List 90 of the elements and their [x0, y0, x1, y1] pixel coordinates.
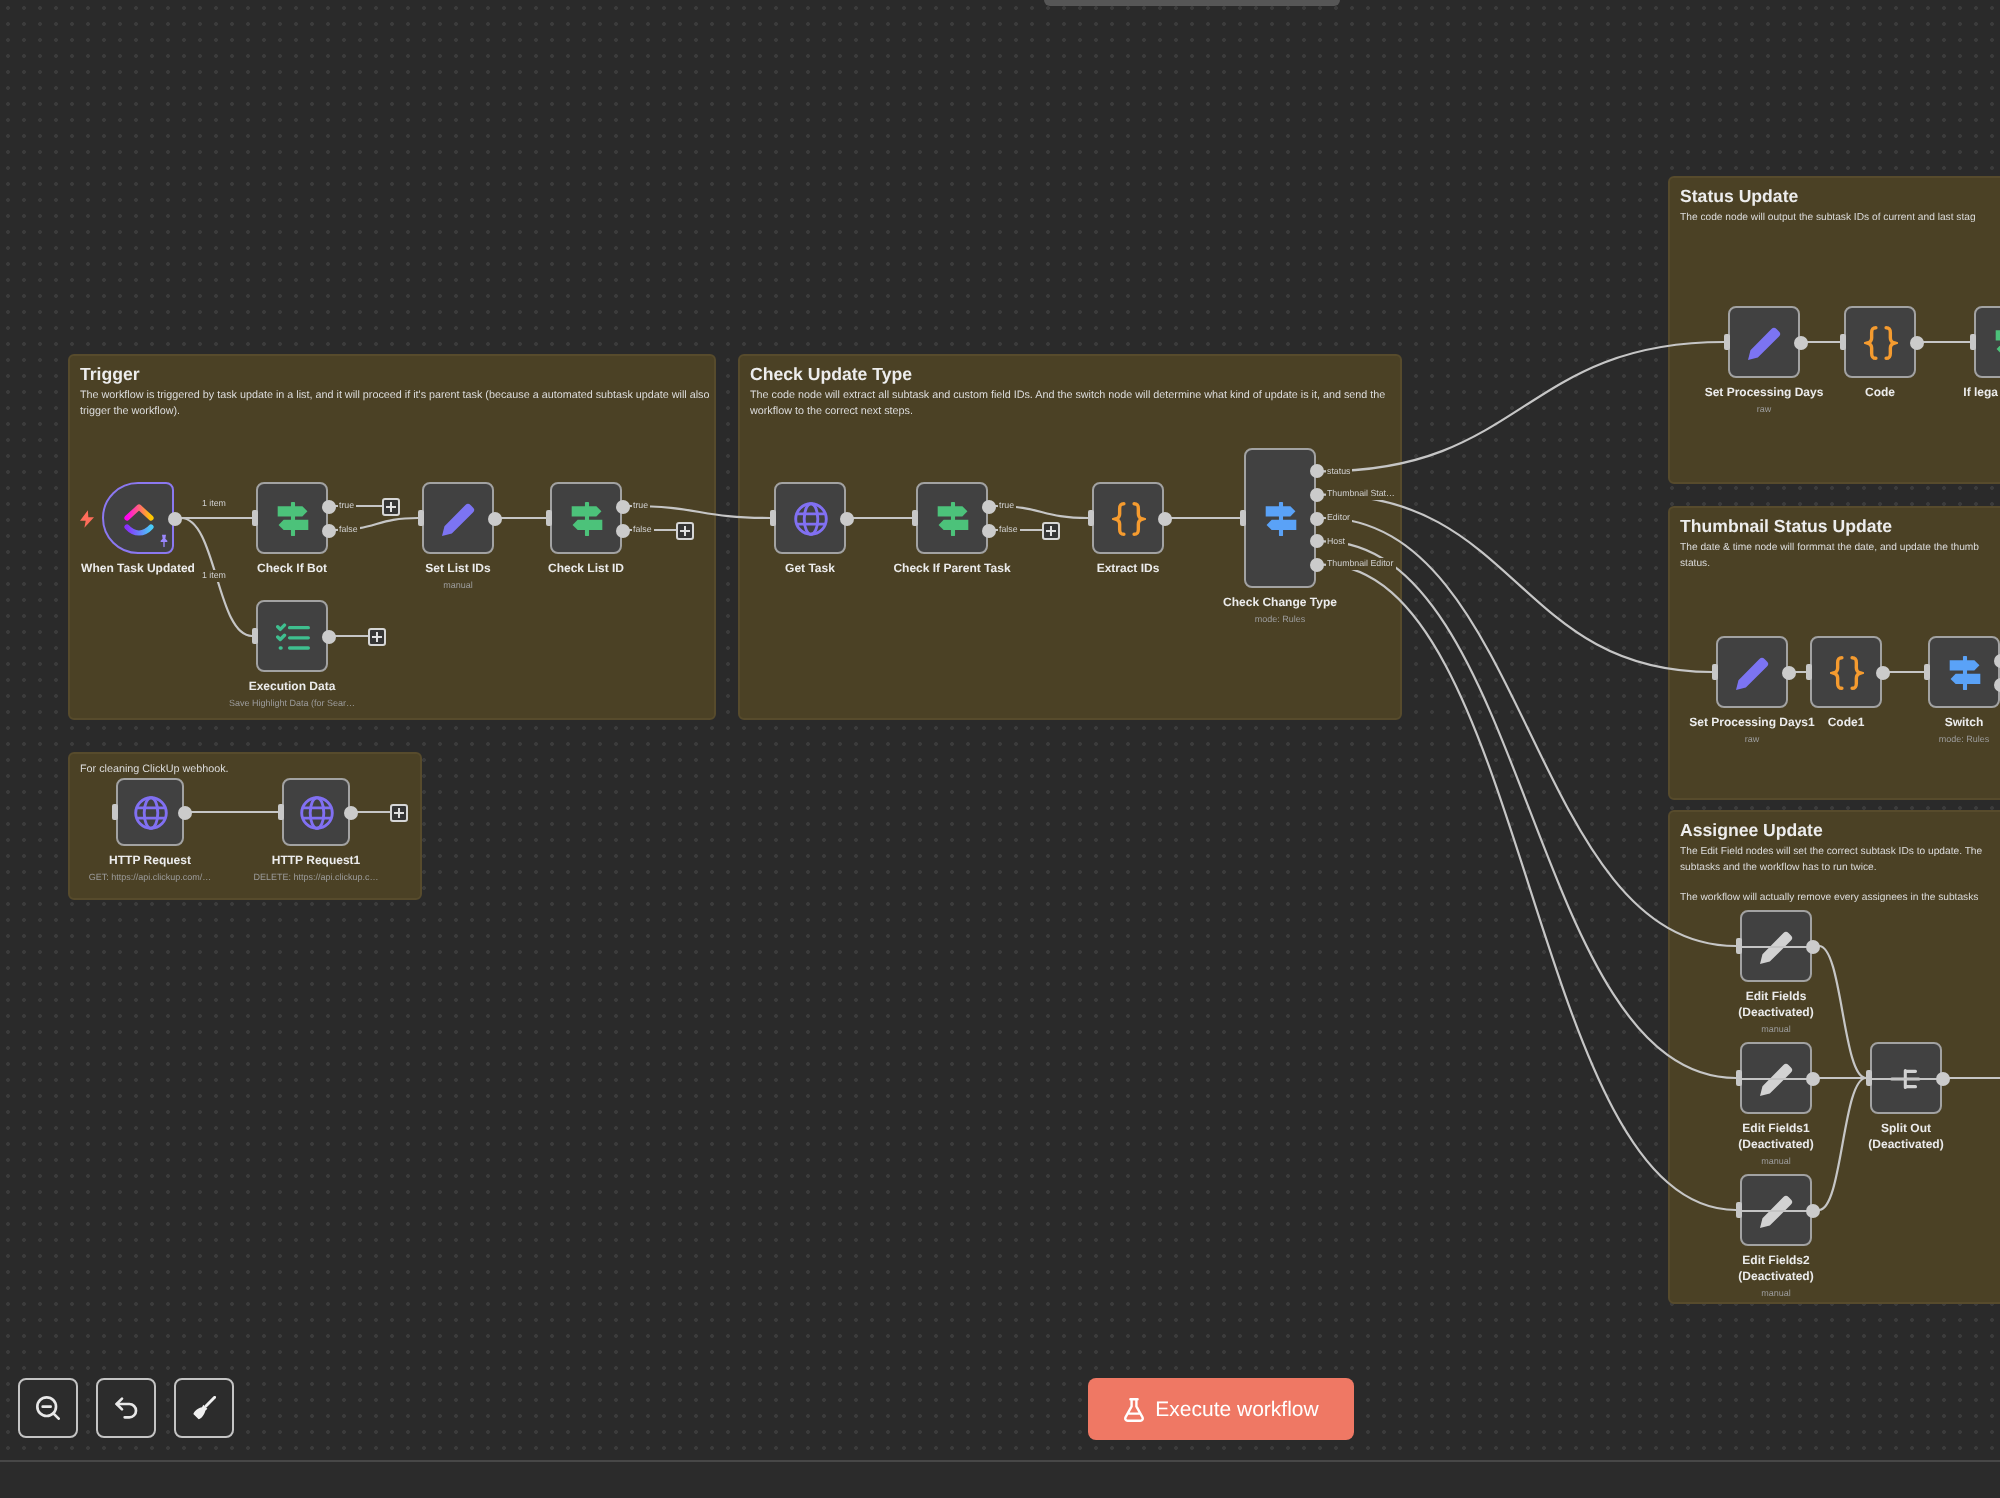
input-handle[interactable] [1088, 510, 1094, 526]
plus-icon [372, 631, 382, 641]
note-title: Assignee Update [1680, 820, 1825, 842]
connection-line [1949, 1076, 2000, 1080]
connection-line [501, 516, 546, 520]
signpost-icon [1947, 655, 1981, 689]
signpost-icon [569, 501, 603, 535]
flask-icon [1123, 1397, 1144, 1421]
pencil-icon [1759, 929, 1793, 963]
plus-icon [1046, 525, 1056, 535]
input-handle[interactable] [1736, 1202, 1742, 1218]
checklist-icon [275, 619, 309, 653]
workflow-node[interactable] [1810, 636, 1882, 708]
workflow-node[interactable] [1844, 306, 1916, 378]
chevron-logo-icon [121, 501, 155, 535]
workflow-node[interactable] [1740, 1042, 1812, 1114]
input-handle[interactable] [278, 804, 284, 820]
plus-icon [394, 807, 404, 817]
workflow-node[interactable] [422, 482, 494, 554]
input-handle[interactable] [546, 510, 552, 526]
connection-line [994, 504, 1089, 520]
input-handle[interactable] [112, 804, 118, 820]
input-handle[interactable] [1840, 334, 1846, 350]
pencil-icon [1759, 1193, 1793, 1227]
input-handle[interactable] [1924, 664, 1930, 680]
workflow-node[interactable] [116, 778, 184, 846]
workflow-node[interactable] [1728, 306, 1800, 378]
input-handle[interactable] [1724, 334, 1730, 350]
connection-line [1171, 516, 1240, 520]
globe-icon [299, 795, 333, 829]
globe-icon [133, 795, 167, 829]
pin-icon [160, 534, 168, 548]
workflow-node[interactable] [256, 600, 328, 672]
input-handle[interactable] [1240, 510, 1246, 526]
pencil-icon [1735, 655, 1769, 689]
signpost-icon [275, 501, 309, 535]
workflow-node[interactable] [1870, 1042, 1942, 1114]
workflow-node[interactable] [256, 482, 328, 554]
input-handle[interactable] [1806, 664, 1812, 680]
note-title: Check Update Type [750, 364, 914, 386]
workflow-node[interactable] [916, 482, 988, 554]
workflow-node[interactable] [282, 778, 350, 846]
workflow-node[interactable] [1740, 910, 1812, 982]
input-handle[interactable] [418, 510, 424, 526]
braces-icon [1863, 325, 1897, 359]
input-handle[interactable] [1866, 1070, 1872, 1086]
pencil-icon [441, 501, 475, 535]
workflow-node[interactable] [1244, 448, 1316, 588]
signpost-icon [1263, 501, 1297, 535]
execute-workflow-button[interactable]: Execute workflow [1088, 1378, 1354, 1440]
signpost-icon [935, 501, 969, 535]
bolt-icon [80, 510, 94, 528]
connection-line [335, 634, 368, 638]
connection-line [191, 810, 278, 814]
note-title: Status Update [1680, 186, 1801, 208]
input-handle[interactable] [1736, 1070, 1742, 1086]
broom-icon [192, 1396, 216, 1420]
tidy-up-button[interactable] [174, 1378, 234, 1438]
undo-button[interactable] [96, 1378, 156, 1438]
braces-icon [1829, 655, 1863, 689]
pencil-icon [1759, 1061, 1793, 1095]
workflow-node[interactable] [1928, 636, 2000, 708]
pencil-icon [1747, 325, 1781, 359]
workflow-node[interactable] [1740, 1174, 1812, 1246]
globe-icon [793, 501, 827, 535]
workflow-node[interactable] [774, 482, 846, 554]
undo-icon [114, 1396, 138, 1420]
workflow-node[interactable] [550, 482, 622, 554]
note-title: Trigger [80, 364, 142, 386]
connection-line [1807, 340, 1840, 344]
input-handle[interactable] [1970, 334, 1976, 350]
connection-line [629, 504, 770, 520]
zoom-out-icon [36, 1396, 60, 1420]
input-handle[interactable] [1712, 664, 1718, 680]
input-handle[interactable] [252, 628, 258, 644]
input-handle[interactable] [770, 510, 776, 526]
connection-line [853, 516, 912, 520]
connection-line [357, 810, 390, 814]
plus-icon [386, 501, 396, 511]
connection-line [1923, 340, 1970, 344]
zoom-out-button[interactable] [18, 1378, 78, 1438]
input-handle[interactable] [252, 510, 258, 526]
plus-icon [680, 525, 690, 535]
workflow-node[interactable] [1716, 636, 1788, 708]
input-handle[interactable] [912, 510, 918, 526]
workflow-node[interactable] [1092, 482, 1164, 554]
braces-icon [1111, 501, 1145, 535]
note-title: Thumbnail Status Update [1680, 516, 1895, 538]
input-handle[interactable] [1736, 938, 1742, 954]
connection-line [1889, 670, 1924, 674]
